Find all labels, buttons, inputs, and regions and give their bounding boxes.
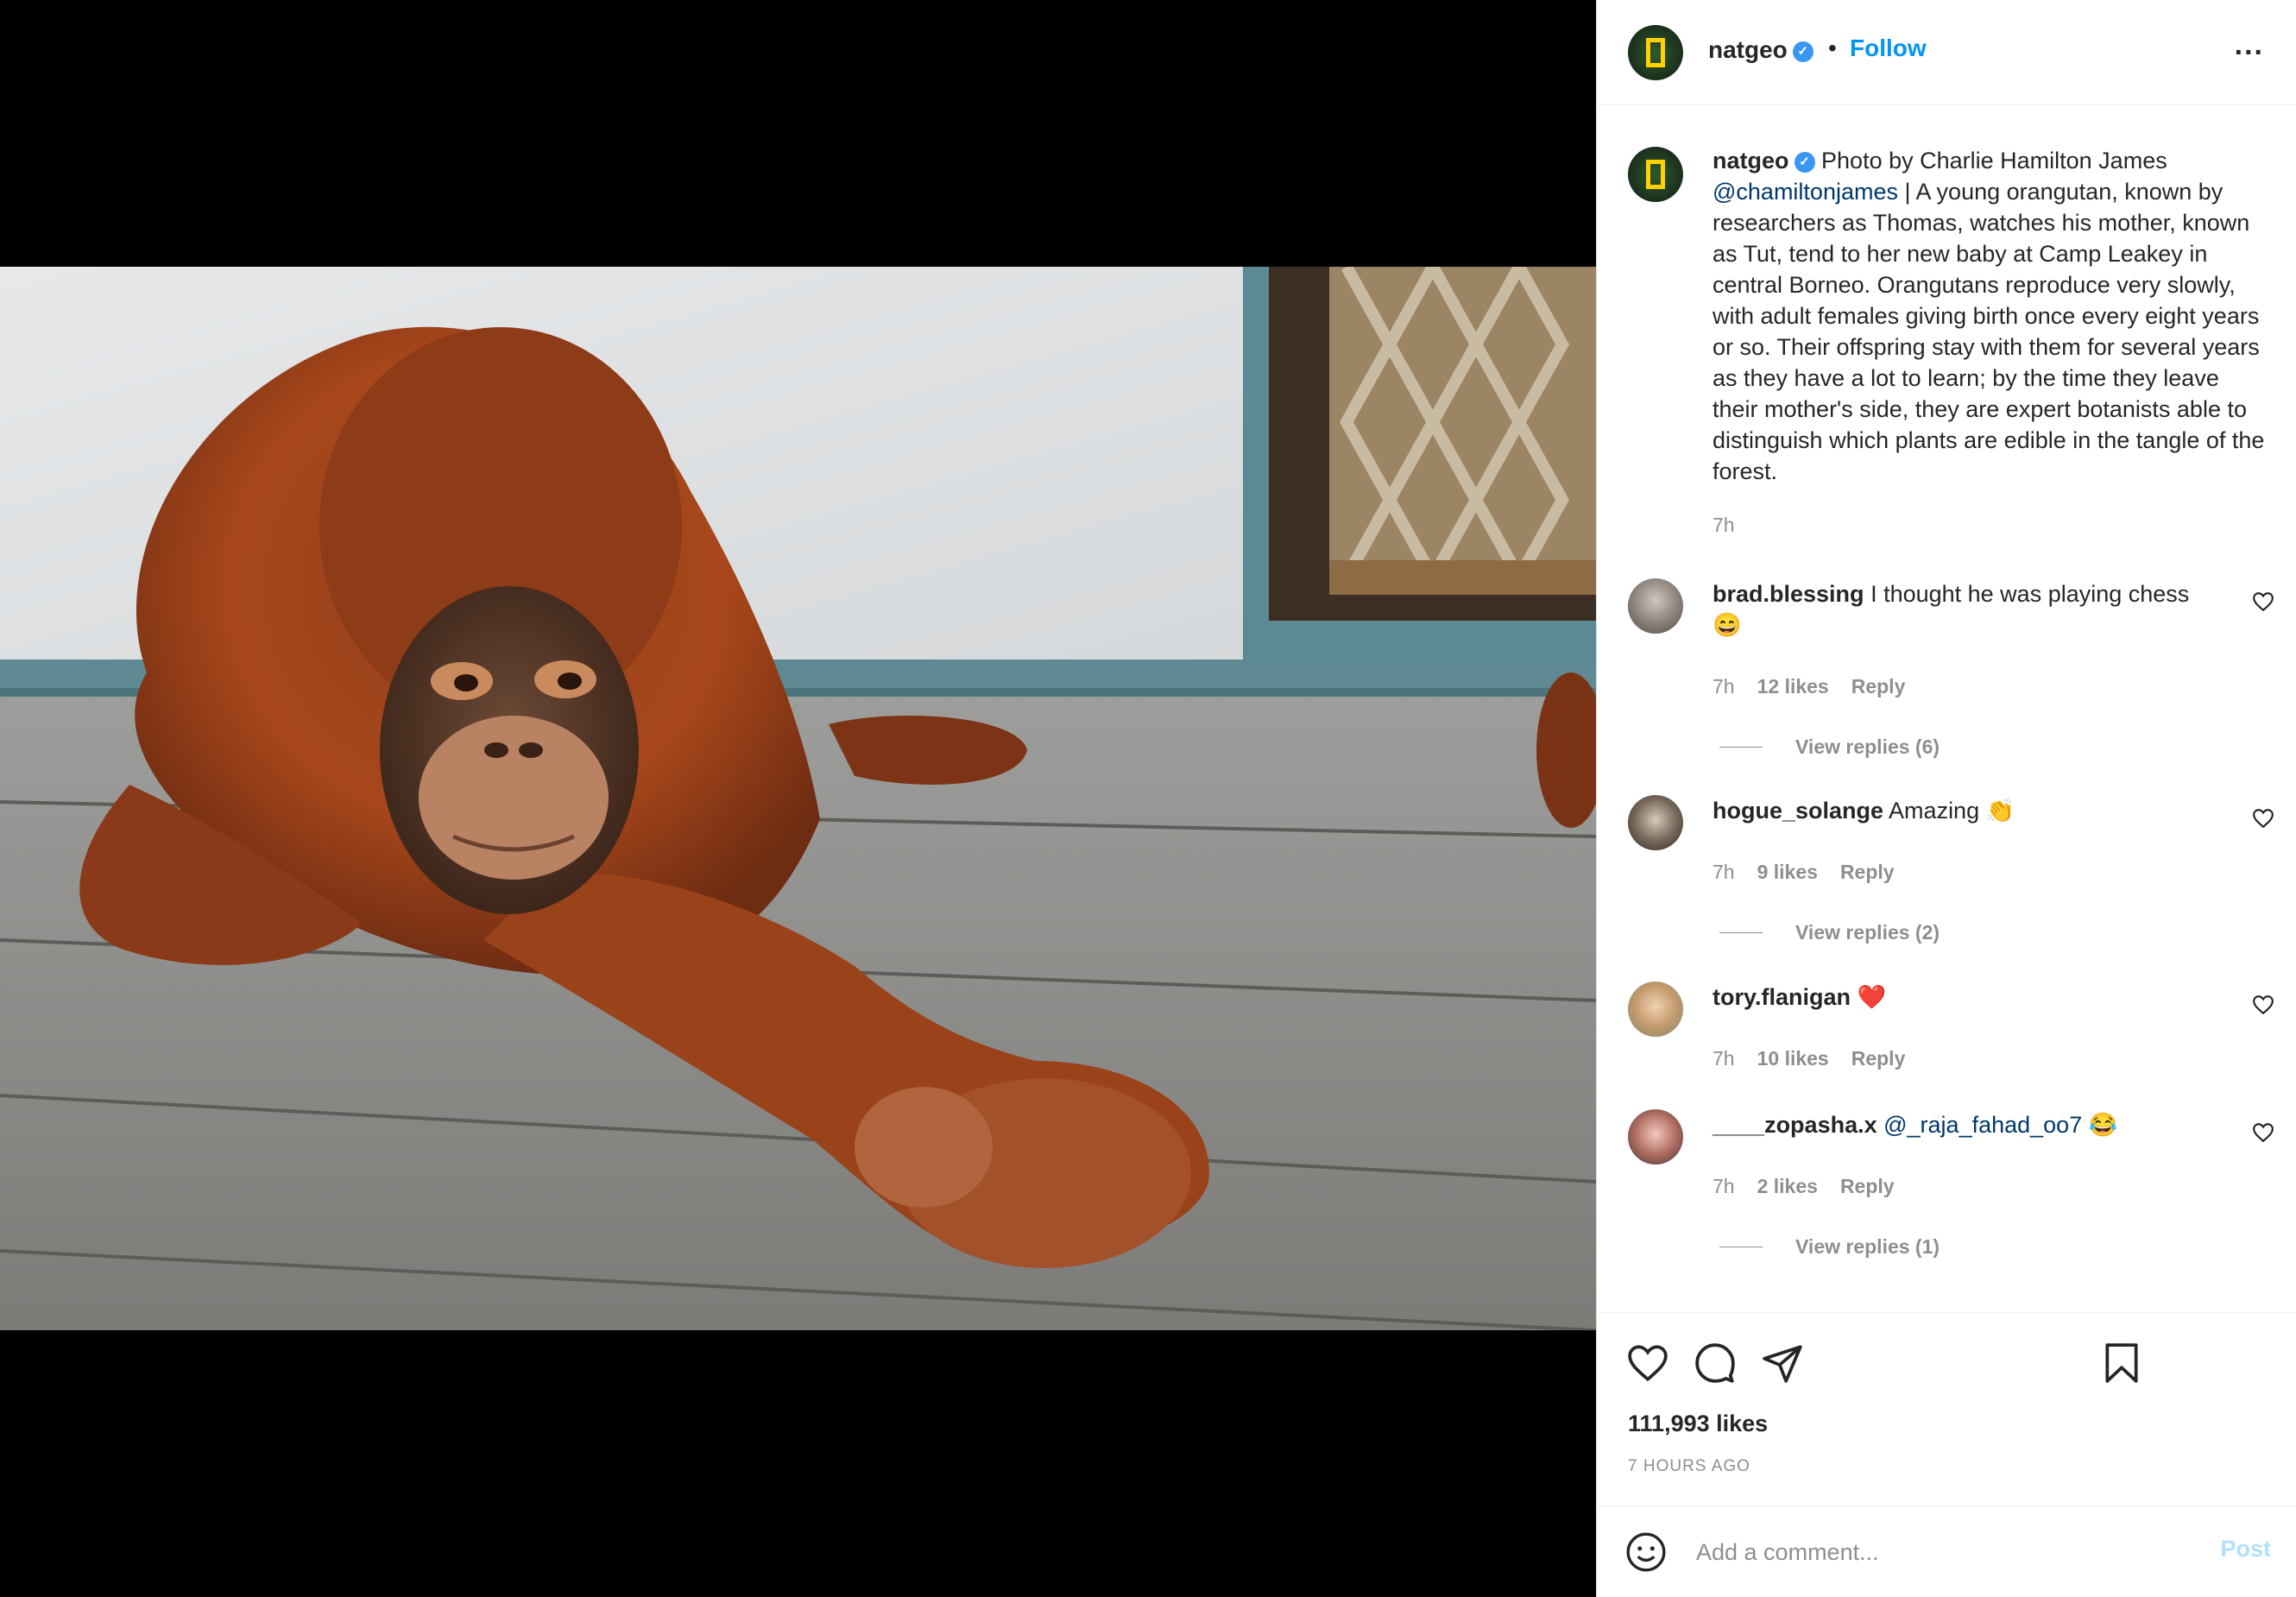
header-separator: • (1828, 35, 1837, 61)
comment-body: ❤️ (1857, 984, 1887, 1010)
comment-text: brad.blessing I thought he was playing c… (1713, 578, 2222, 641)
comment-text: ____zopasha.x @_raja_fahad_oo7 😂 (1713, 1109, 2222, 1140)
add-comment-bar: Post (1597, 1505, 2296, 1597)
like-comment-heart-icon[interactable] (2252, 994, 2274, 1016)
comment-time[interactable]: 7h (1713, 1047, 1735, 1070)
comment-meta: 7h 9 likes Reply (1713, 861, 1895, 884)
header-username[interactable]: natgeo ✓ (1708, 36, 1813, 64)
share-icon[interactable] (1761, 1341, 1804, 1385)
view-replies-button[interactable]: View replies (6) (1719, 735, 1940, 759)
post-panel: natgeo ✓ • Follow ... natgeo ✓ Photo by Ch… (1596, 0, 2296, 1597)
like-comment-heart-icon[interactable] (2252, 1121, 2274, 1144)
post-media (0, 0, 1596, 1597)
more-options-icon[interactable]: ... (2235, 30, 2264, 60)
view-replies-button[interactable]: View replies (2) (1719, 921, 1940, 944)
comment-likes[interactable]: 12 likes (1757, 675, 1829, 698)
comment-reply-button[interactable]: Reply (1840, 1175, 1895, 1198)
caption-avatar[interactable] (1628, 147, 1683, 202)
posted-time[interactable]: 7 HOURS AGO (1628, 1457, 1750, 1476)
replies-divider (1719, 747, 1763, 748)
comment-username[interactable]: hogue_solange (1713, 798, 1883, 824)
comment-meta: 7h 12 likes Reply (1713, 675, 1905, 698)
comment-likes[interactable]: 9 likes (1757, 861, 1818, 884)
comment-body: Amazing 👏 (1889, 798, 2015, 824)
comment-icon[interactable] (1694, 1341, 1737, 1385)
orangutan-photo (0, 267, 1596, 1330)
comment-time[interactable]: 7h (1713, 675, 1735, 698)
heart-icon[interactable] (1626, 1341, 1669, 1385)
view-replies-label[interactable]: View replies (1) (1795, 1235, 1940, 1259)
header-username-text[interactable]: natgeo (1708, 36, 1788, 63)
natgeo-logo-icon (1646, 160, 1665, 189)
commenter-avatar[interactable] (1628, 982, 1683, 1037)
verified-icon: ✓ (1792, 41, 1813, 62)
comment-likes[interactable]: 2 likes (1757, 1175, 1818, 1198)
comment-mention[interactable]: @_raja_fahad_oo7 (1883, 1112, 2082, 1138)
commenter-avatar[interactable] (1628, 1109, 1683, 1165)
comment-text: hogue_solange Amazing 👏 (1713, 795, 2222, 826)
comment-text: tory.flanigan ❤️ (1713, 982, 2222, 1013)
caption-body: | A young orangutan, known by researcher… (1713, 179, 2265, 484)
commenter-avatar[interactable] (1628, 578, 1683, 634)
caption-time[interactable]: 7h (1713, 514, 1735, 537)
view-replies-label[interactable]: View replies (6) (1795, 735, 1940, 759)
verified-icon: ✓ (1794, 151, 1815, 173)
caption-username[interactable]: natgeo (1713, 148, 1789, 174)
commenter-avatar[interactable] (1628, 795, 1683, 850)
comment-time[interactable]: 7h (1713, 861, 1735, 884)
comment-meta: 7h 2 likes Reply (1713, 1175, 1895, 1198)
view-replies-label[interactable]: View replies (2) (1795, 921, 1940, 944)
comment-reply-button[interactable]: Reply (1840, 861, 1895, 884)
comment-time[interactable]: 7h (1713, 1175, 1735, 1198)
comment-username[interactable]: ____zopasha.x (1713, 1112, 1877, 1138)
comment-username[interactable]: brad.blessing (1713, 581, 1864, 607)
comment-body: 😂 (2082, 1112, 2118, 1138)
view-replies-button[interactable]: View replies (1) (1719, 1235, 1940, 1259)
natgeo-logo-icon (1646, 38, 1665, 67)
caption-mention[interactable]: @chamiltonjames (1713, 179, 1898, 205)
follow-button[interactable]: Follow (1850, 35, 1927, 62)
actions-divider (1597, 1312, 2296, 1313)
natgeo-avatar[interactable] (1628, 25, 1683, 80)
comment-username[interactable]: tory.flanigan (1713, 984, 1851, 1010)
post-photo[interactable] (0, 267, 1596, 1330)
comments-list[interactable]: natgeo ✓ Photo by Charlie Hamilton James … (1597, 106, 2296, 1312)
emoji-icon[interactable] (1624, 1531, 1668, 1574)
like-comment-heart-icon[interactable] (2252, 590, 2274, 613)
likes-count[interactable]: 111,993 likes (1628, 1411, 1768, 1437)
caption-prefix: Photo by Charlie Hamilton James (1821, 148, 2167, 174)
add-comment-input[interactable] (1696, 1535, 2162, 1569)
comment-likes[interactable]: 10 likes (1757, 1047, 1829, 1070)
comment-reply-button[interactable]: Reply (1851, 1047, 1906, 1070)
comment-meta: 7h 10 likes Reply (1713, 1047, 1905, 1070)
post-button[interactable]: Post (2220, 1536, 2271, 1562)
post-header: natgeo ✓ • Follow ... (1597, 0, 2296, 105)
comment-reply-button[interactable]: Reply (1851, 675, 1906, 698)
replies-divider (1719, 932, 1763, 933)
like-comment-heart-icon[interactable] (2252, 807, 2274, 830)
post-caption: natgeo ✓ Photo by Charlie Hamilton James … (1713, 145, 2265, 487)
bookmark-icon[interactable] (2100, 1341, 2143, 1385)
